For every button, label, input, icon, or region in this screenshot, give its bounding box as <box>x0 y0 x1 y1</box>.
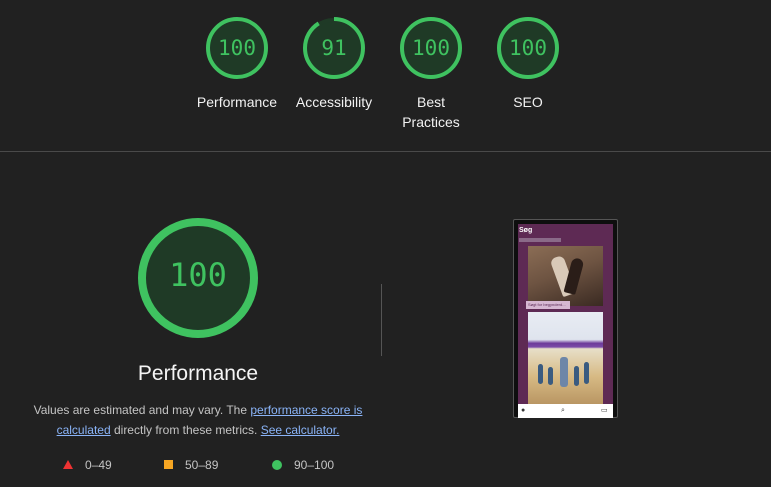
gauge-score: 100 <box>509 36 547 60</box>
screen-bottom-nav: ● ⌕ ▭ <box>518 404 613 418</box>
screen-caption: Søgt for begynderd... <box>526 301 570 309</box>
gauge-ring: 91 <box>302 16 366 80</box>
section-divider <box>0 151 771 152</box>
person-figure <box>538 364 543 384</box>
category-gauges: 100 Performance 91 Accessibility 100 Bes… <box>0 0 771 150</box>
score-legend: 0–49 50–89 90–100 <box>0 456 400 474</box>
see-calculator-link[interactable]: See calculator. <box>261 423 340 437</box>
performance-description: Values are estimated and may vary. The p… <box>30 400 366 440</box>
gauge-label: SEO <box>513 94 543 110</box>
gauge-score: 91 <box>321 36 347 60</box>
gauge-score: 100 <box>412 36 450 60</box>
performance-title: Performance <box>137 362 259 385</box>
gauge-best-practices[interactable]: 100 Best Practices <box>381 16 481 132</box>
dancer-figure <box>563 257 585 295</box>
gauge-score: 100 <box>218 36 256 60</box>
person-figure <box>574 366 579 386</box>
calendar-icon: ▭ <box>601 407 608 414</box>
dance-class-photo <box>528 312 603 404</box>
person-figure <box>584 362 589 384</box>
gauge-ring: 100 <box>205 16 269 80</box>
square-icon <box>164 460 173 469</box>
desc-text-2: directly from these metrics. <box>110 423 261 437</box>
gauge-label: Performance <box>196 94 278 110</box>
screen-search-bar <box>519 238 561 242</box>
gauge-performance[interactable]: 100 Performance <box>187 16 287 112</box>
gauge-accessibility[interactable]: 91 Accessibility <box>284 16 384 112</box>
legend-average-label: 50–89 <box>185 458 219 472</box>
circle-icon <box>272 460 282 470</box>
gauge-label: Best Practices <box>402 94 460 130</box>
search-icon: ⌕ <box>561 407 565 414</box>
gauge-label: Accessibility <box>295 94 373 110</box>
gauge-seo[interactable]: 100 SEO <box>478 16 578 112</box>
desc-text-1: Values are estimated and may vary. The <box>33 403 251 417</box>
vertical-separator <box>381 284 382 356</box>
home-icon: ● <box>521 407 526 414</box>
gauge-ring: 100 <box>399 16 463 80</box>
person-figure <box>548 367 553 385</box>
performance-main-gauge: 100 <box>136 216 260 340</box>
final-screenshot-thumbnail[interactable]: Søg Søgt for begynderd... ● ⌕ ▭ <box>513 219 618 418</box>
legend-pass-label: 90–100 <box>294 458 335 472</box>
phone-screen: Søg Søgt for begynderd... ● ⌕ ▭ <box>518 224 613 418</box>
main-score: 100 <box>169 256 227 294</box>
gauge-ring: 100 <box>496 16 560 80</box>
legend-fail-label: 0–49 <box>85 458 112 472</box>
screen-title: Søg <box>519 227 533 234</box>
person-figure <box>560 357 568 387</box>
triangle-icon <box>63 460 73 469</box>
dance-photo <box>528 246 603 306</box>
